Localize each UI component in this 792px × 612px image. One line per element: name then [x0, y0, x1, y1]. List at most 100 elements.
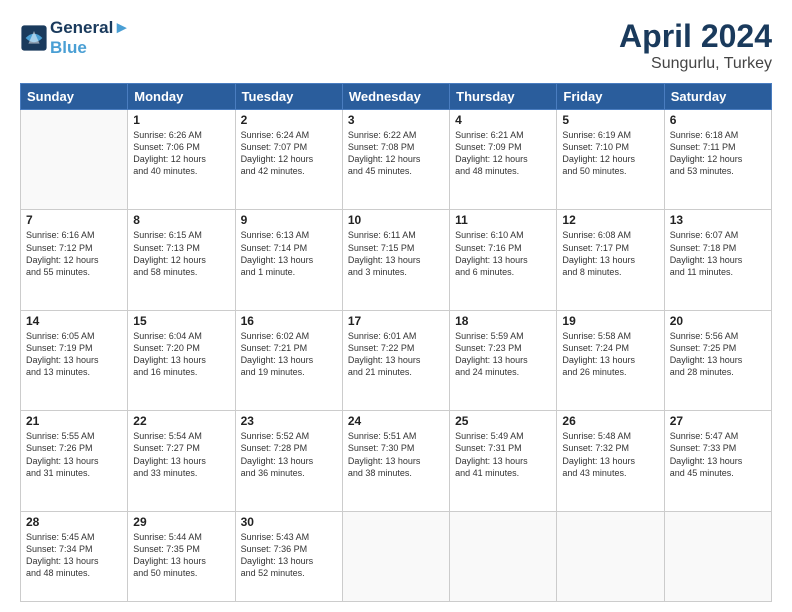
table-row: 14Sunrise: 6:05 AM Sunset: 7:19 PM Dayli… [21, 310, 128, 410]
table-row: 6 Sunrise: 6:18 AM Sunset: 7:11 PM Daylig… [664, 110, 771, 210]
day-number: 17 [348, 314, 444, 328]
day-info: Sunrise: 6:16 AM Sunset: 7:12 PM Dayligh… [26, 229, 122, 278]
day-info: Sunrise: 5:48 AM Sunset: 7:32 PM Dayligh… [562, 430, 658, 479]
table-row [557, 511, 664, 601]
table-row: 22Sunrise: 5:54 AM Sunset: 7:27 PM Dayli… [128, 411, 235, 511]
col-friday: Friday [557, 84, 664, 110]
table-row: 27 Sunrise: 5:47 AM Sunset: 7:33 PM Dayli… [664, 411, 771, 511]
day-number: 4 [455, 113, 551, 127]
day-number: 1 [133, 113, 229, 127]
day-number: 30 [241, 515, 337, 529]
table-row: 4 Sunrise: 6:21 AM Sunset: 7:09 PM Daylig… [450, 110, 557, 210]
day-number: 11 [455, 213, 551, 227]
day-info: Sunrise: 5:52 AM Sunset: 7:28 PM Dayligh… [241, 430, 337, 479]
col-tuesday: Tuesday [235, 84, 342, 110]
table-row: 9 Sunrise: 6:13 AM Sunset: 7:14 PM Daylig… [235, 210, 342, 310]
day-info: Sunrise: 5:56 AM Sunset: 7:25 PM Dayligh… [670, 330, 766, 379]
page: General► Blue April 2024 Sungurlu, Turke… [0, 0, 792, 612]
day-number: 12 [562, 213, 658, 227]
table-row: 24 Sunrise: 5:51 AM Sunset: 7:30 PM Dayli… [342, 411, 449, 511]
table-row: 23 Sunrise: 5:52 AM Sunset: 7:28 PM Dayli… [235, 411, 342, 511]
day-number: 2 [241, 113, 337, 127]
title-block: April 2024 Sungurlu, Turkey [619, 18, 772, 73]
day-info: Sunrise: 5:51 AM Sunset: 7:30 PM Dayligh… [348, 430, 444, 479]
day-number: 26 [562, 414, 658, 428]
day-info: Sunrise: 6:11 AM Sunset: 7:15 PM Dayligh… [348, 229, 444, 278]
table-row: 8 Sunrise: 6:15 AM Sunset: 7:13 PM Daylig… [128, 210, 235, 310]
day-info: Sunrise: 6:19 AM Sunset: 7:10 PM Dayligh… [562, 129, 658, 178]
day-number: 7 [26, 213, 122, 227]
day-info: Sunrise: 5:44 AM Sunset: 7:35 PM Dayligh… [133, 531, 229, 580]
day-number: 21 [26, 414, 122, 428]
day-number: 24 [348, 414, 444, 428]
day-info: Sunrise: 6:21 AM Sunset: 7:09 PM Dayligh… [455, 129, 551, 178]
table-row [664, 511, 771, 601]
day-number: 19 [562, 314, 658, 328]
day-number: 6 [670, 113, 766, 127]
table-row: 16 Sunrise: 6:02 AM Sunset: 7:21 PM Dayli… [235, 310, 342, 410]
table-row: 29 Sunrise: 5:44 AM Sunset: 7:35 PM Dayli… [128, 511, 235, 601]
day-info: Sunrise: 6:01 AM Sunset: 7:22 PM Dayligh… [348, 330, 444, 379]
day-number: 27 [670, 414, 766, 428]
calendar-header-row: Sunday Monday Tuesday Wednesday Thursday… [21, 84, 772, 110]
day-number: 14 [26, 314, 122, 328]
table-row: 30Sunrise: 5:43 AM Sunset: 7:36 PM Dayli… [235, 511, 342, 601]
day-info: Sunrise: 6:07 AM Sunset: 7:18 PM Dayligh… [670, 229, 766, 278]
table-row: 21 Sunrise: 5:55 AM Sunset: 7:26 PM Dayli… [21, 411, 128, 511]
day-info: Sunrise: 5:55 AM Sunset: 7:26 PM Dayligh… [26, 430, 122, 479]
day-info: Sunrise: 6:26 AM Sunset: 7:06 PM Dayligh… [133, 129, 229, 178]
calendar-table: Sunday Monday Tuesday Wednesday Thursday… [20, 83, 772, 602]
table-row: 5 Sunrise: 6:19 AM Sunset: 7:10 PM Daylig… [557, 110, 664, 210]
table-row: 25 Sunrise: 5:49 AM Sunset: 7:31 PM Dayli… [450, 411, 557, 511]
day-info: Sunrise: 6:10 AM Sunset: 7:16 PM Dayligh… [455, 229, 551, 278]
table-row: 19 Sunrise: 5:58 AM Sunset: 7:24 PM Dayli… [557, 310, 664, 410]
logo-text: General► Blue [50, 18, 130, 57]
day-info: Sunrise: 6:18 AM Sunset: 7:11 PM Dayligh… [670, 129, 766, 178]
day-info: Sunrise: 5:49 AM Sunset: 7:31 PM Dayligh… [455, 430, 551, 479]
col-monday: Monday [128, 84, 235, 110]
col-sunday: Sunday [21, 84, 128, 110]
day-number: 25 [455, 414, 551, 428]
day-number: 9 [241, 213, 337, 227]
day-number: 8 [133, 213, 229, 227]
day-number: 29 [133, 515, 229, 529]
table-row: 20 Sunrise: 5:56 AM Sunset: 7:25 PM Dayli… [664, 310, 771, 410]
day-number: 10 [348, 213, 444, 227]
day-info: Sunrise: 6:04 AM Sunset: 7:20 PM Dayligh… [133, 330, 229, 379]
table-row: 17 Sunrise: 6:01 AM Sunset: 7:22 PM Dayli… [342, 310, 449, 410]
table-row [342, 511, 449, 601]
day-info: Sunrise: 6:02 AM Sunset: 7:21 PM Dayligh… [241, 330, 337, 379]
day-info: Sunrise: 6:08 AM Sunset: 7:17 PM Dayligh… [562, 229, 658, 278]
table-row: 1 Sunrise: 6:26 AM Sunset: 7:06 PM Daylig… [128, 110, 235, 210]
day-number: 3 [348, 113, 444, 127]
table-row: 7 Sunrise: 6:16 AM Sunset: 7:12 PM Daylig… [21, 210, 128, 310]
table-row: 12 Sunrise: 6:08 AM Sunset: 7:17 PM Dayli… [557, 210, 664, 310]
day-info: Sunrise: 6:13 AM Sunset: 7:14 PM Dayligh… [241, 229, 337, 278]
main-title: April 2024 [619, 18, 772, 55]
table-row: 10 Sunrise: 6:11 AM Sunset: 7:15 PM Dayli… [342, 210, 449, 310]
table-row: 3Sunrise: 6:22 AM Sunset: 7:08 PM Daylig… [342, 110, 449, 210]
day-info: Sunrise: 5:47 AM Sunset: 7:33 PM Dayligh… [670, 430, 766, 479]
day-info: Sunrise: 5:58 AM Sunset: 7:24 PM Dayligh… [562, 330, 658, 379]
logo: General► Blue [20, 18, 130, 57]
day-number: 23 [241, 414, 337, 428]
day-number: 20 [670, 314, 766, 328]
table-row: 15 Sunrise: 6:04 AM Sunset: 7:20 PM Dayli… [128, 310, 235, 410]
day-number: 5 [562, 113, 658, 127]
col-saturday: Saturday [664, 84, 771, 110]
day-number: 22 [133, 414, 229, 428]
col-thursday: Thursday [450, 84, 557, 110]
table-row: 2 Sunrise: 6:24 AM Sunset: 7:07 PM Daylig… [235, 110, 342, 210]
day-number: 16 [241, 314, 337, 328]
table-row [450, 511, 557, 601]
day-info: Sunrise: 6:24 AM Sunset: 7:07 PM Dayligh… [241, 129, 337, 178]
header: General► Blue April 2024 Sungurlu, Turke… [20, 18, 772, 73]
day-info: Sunrise: 5:59 AM Sunset: 7:23 PM Dayligh… [455, 330, 551, 379]
day-number: 13 [670, 213, 766, 227]
table-row: 28Sunrise: 5:45 AM Sunset: 7:34 PM Dayli… [21, 511, 128, 601]
day-number: 18 [455, 314, 551, 328]
day-info: Sunrise: 5:45 AM Sunset: 7:34 PM Dayligh… [26, 531, 122, 580]
day-number: 15 [133, 314, 229, 328]
table-row: 18 Sunrise: 5:59 AM Sunset: 7:23 PM Dayli… [450, 310, 557, 410]
day-info: Sunrise: 6:15 AM Sunset: 7:13 PM Dayligh… [133, 229, 229, 278]
